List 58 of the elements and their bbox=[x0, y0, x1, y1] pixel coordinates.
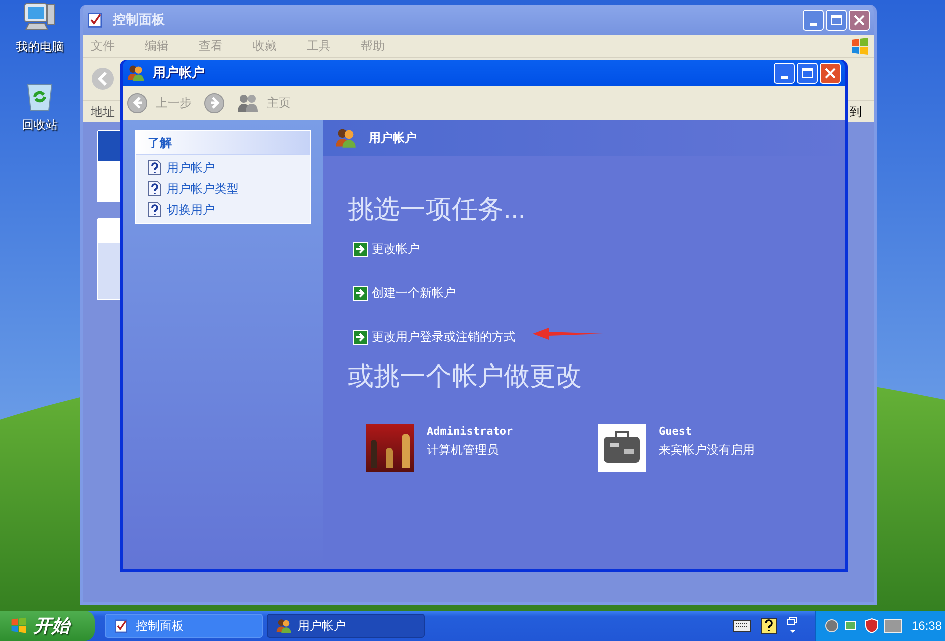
chess-pieces-picture[interactable] bbox=[366, 424, 414, 472]
window-title: 用户帐户 bbox=[153, 64, 206, 82]
menu-item[interactable]: 收藏 bbox=[253, 37, 277, 55]
users-icon bbox=[276, 618, 292, 634]
menu-item[interactable]: 工具 bbox=[307, 37, 331, 55]
menu-item[interactable]: 文件 bbox=[91, 37, 115, 55]
close-icon bbox=[825, 68, 836, 78]
desktop-icon-label[interactable]: 我的电脑 bbox=[16, 38, 64, 56]
desktop-icon-label[interactable]: 回收站 bbox=[22, 116, 58, 134]
menu-item[interactable]: 查看 bbox=[199, 37, 223, 55]
arrow-icon bbox=[353, 242, 368, 256]
close-button[interactable] bbox=[849, 10, 870, 30]
windows-flag-icon bbox=[850, 37, 870, 57]
task-heading: 挑选一项任务... bbox=[348, 193, 527, 226]
keyboard-icon[interactable] bbox=[733, 620, 751, 632]
users-icon bbox=[237, 93, 259, 113]
shield-icon[interactable] bbox=[864, 618, 880, 634]
restore-icon[interactable] bbox=[787, 617, 799, 635]
help-icon bbox=[148, 160, 162, 176]
control-panel-icon bbox=[114, 618, 130, 634]
help-link[interactable]: 用户帐户 bbox=[167, 159, 215, 177]
users-icon bbox=[335, 127, 357, 149]
account-heading: 或挑一个帐户做更改 bbox=[348, 360, 583, 393]
maximize-button[interactable] bbox=[797, 62, 818, 84]
task-link[interactable]: 更改帐户 bbox=[372, 240, 420, 258]
panel-heading: 了解 bbox=[148, 134, 172, 152]
close-icon bbox=[854, 14, 865, 26]
minimize-button[interactable] bbox=[803, 10, 824, 30]
arrow-icon bbox=[353, 286, 368, 300]
close-button[interactable] bbox=[820, 62, 841, 84]
account-name[interactable]: Administrator bbox=[427, 424, 514, 440]
help-icon bbox=[148, 181, 162, 197]
start-button[interactable]: 开始 bbox=[0, 611, 95, 641]
suitcase-picture[interactable] bbox=[598, 424, 646, 472]
help-icon bbox=[148, 202, 162, 218]
help-link[interactable]: 切换用户 bbox=[167, 201, 215, 219]
window-title: 控制面板 bbox=[113, 11, 166, 30]
windows-flag-icon bbox=[10, 617, 28, 635]
header-title: 用户帐户 bbox=[369, 130, 417, 147]
taskbar-button[interactable]: 控制面板 bbox=[105, 614, 263, 638]
control-panel-icon bbox=[87, 11, 105, 29]
taskbar-button[interactable]: 用户帐户 bbox=[267, 614, 425, 638]
menu-item[interactable]: 帮助 bbox=[361, 37, 385, 55]
maximize-button[interactable] bbox=[826, 10, 847, 30]
task-link[interactable]: 更改用户登录或注销的方式 bbox=[372, 328, 516, 346]
help-icon[interactable] bbox=[761, 618, 777, 634]
minimize-button[interactable] bbox=[774, 62, 795, 84]
arrow-icon bbox=[353, 330, 368, 344]
account-description: 来宾帐户没有启用 bbox=[659, 442, 755, 458]
users-icon bbox=[127, 64, 145, 82]
account-description: 计算机管理员 bbox=[427, 442, 500, 458]
account-name[interactable]: Guest bbox=[659, 424, 755, 440]
help-link[interactable]: 用户帐户类型 bbox=[167, 180, 239, 198]
address-label: 地址 bbox=[91, 104, 115, 120]
menu-item[interactable]: 编辑 bbox=[145, 37, 169, 55]
clock: 16:38 bbox=[912, 618, 942, 635]
go-button[interactable]: 到 bbox=[850, 102, 866, 120]
task-link[interactable]: 创建一个新帐户 bbox=[372, 284, 456, 302]
